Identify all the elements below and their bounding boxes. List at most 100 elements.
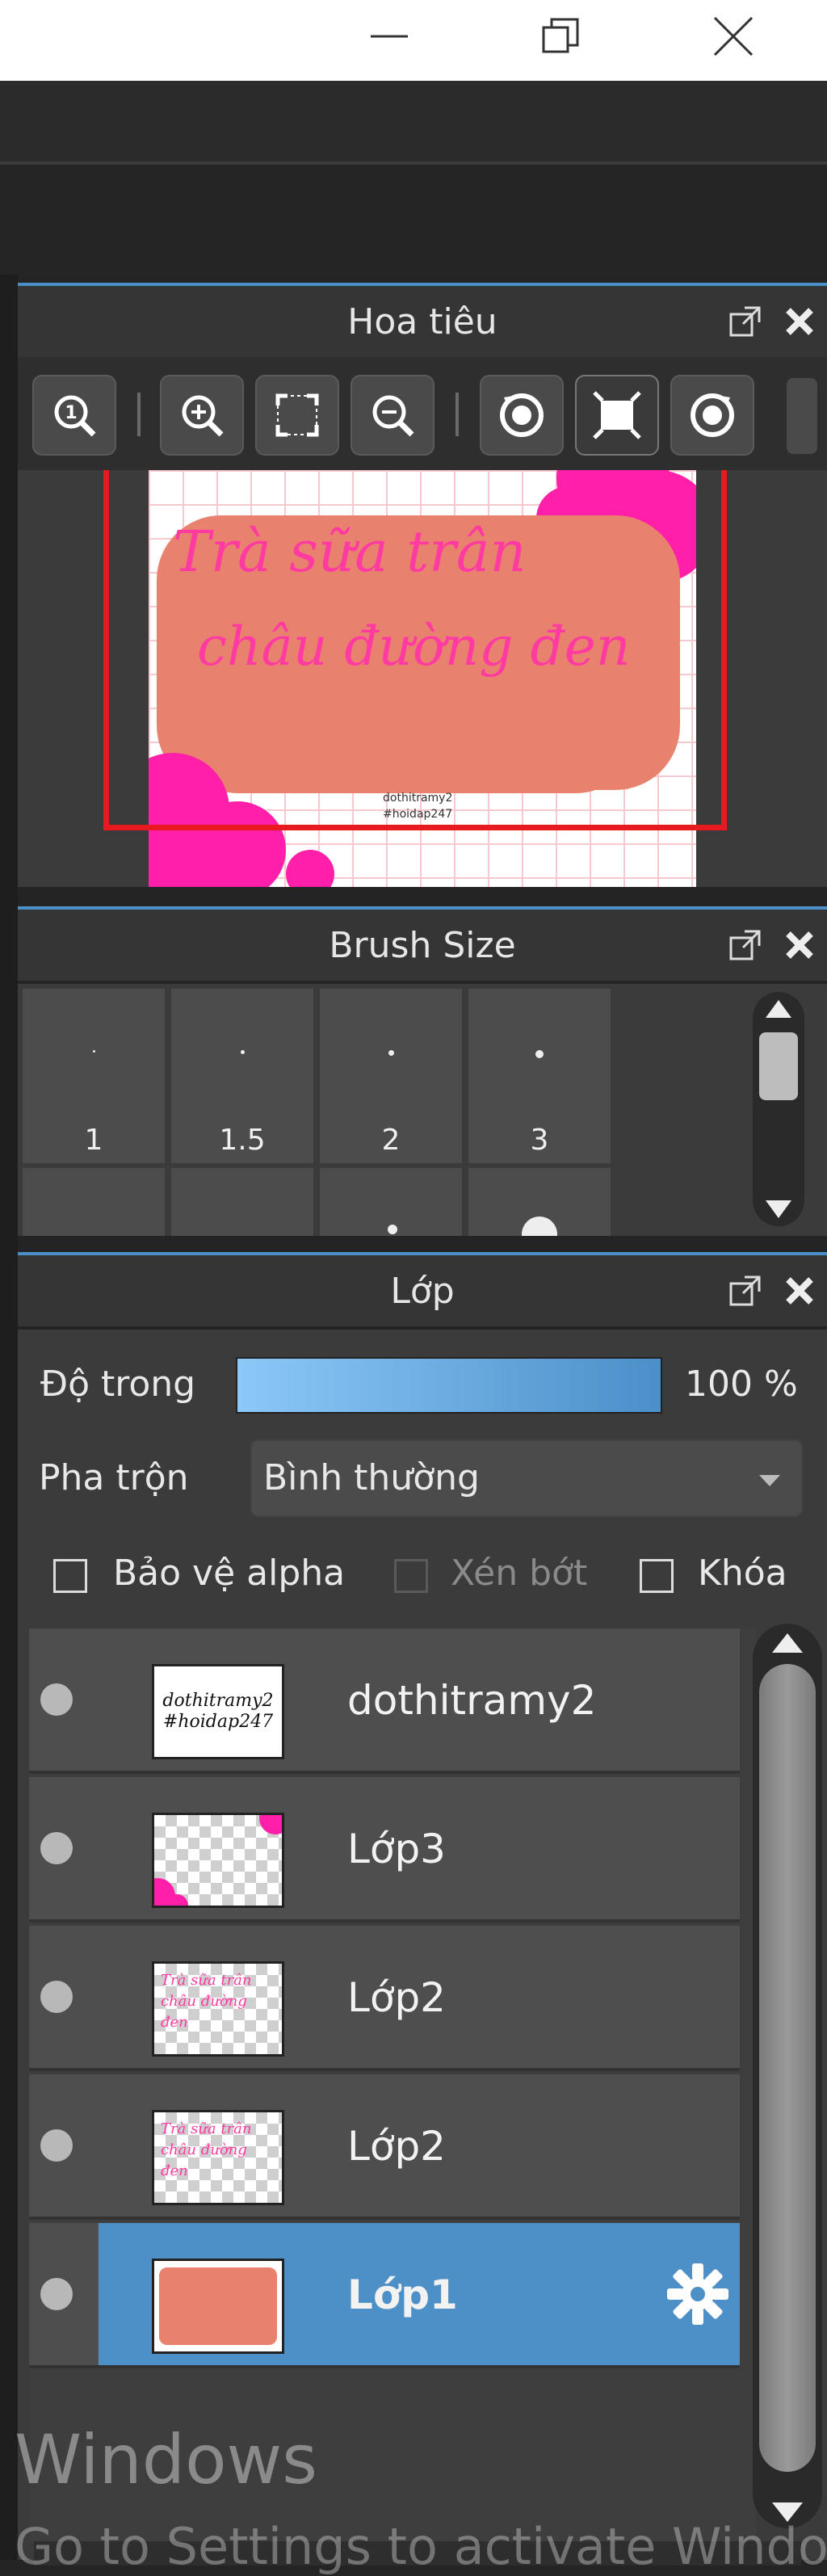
navigator-panel-header: Hoa tiêu — [18, 283, 827, 357]
thumb-text-2: châu đường đen — [161, 1993, 247, 2031]
layer-name: Lớp3 — [347, 1826, 446, 1872]
brush-size-grid: 1 1.5 2 3 — [18, 984, 827, 1236]
popout-icon[interactable] — [728, 1274, 762, 1308]
restore-icon — [542, 18, 579, 53]
zoom-actual-button[interactable]: 1 — [32, 375, 116, 456]
layers-panel-header: Lớp — [18, 1252, 827, 1326]
brush-dot — [388, 1050, 394, 1056]
protect-alpha-label: Bảo vệ alpha — [113, 1553, 346, 1594]
layer-thumbnail: Trà sữa trân châu đường đen — [152, 2110, 284, 2205]
toolbar-scroll-handle[interactable] — [787, 378, 817, 454]
layer-thumbnail: dothitramy2 #hoidap247 — [152, 1664, 284, 1759]
layers-title: Lớp — [390, 1270, 455, 1312]
brush-size-cell[interactable] — [171, 1168, 313, 1236]
brush-size-label: 3 — [530, 1124, 549, 1157]
navigator-preview[interactable]: Trà sữa trân châu đường đen dothitramy2 … — [18, 470, 827, 887]
brush-size-cell[interactable]: 1 — [23, 989, 165, 1163]
lock-checkbox[interactable] — [640, 1559, 674, 1593]
panel-close-icon[interactable] — [783, 1275, 816, 1307]
thumb-text-2: châu đường đen — [161, 2141, 247, 2179]
scroll-up-icon[interactable] — [762, 997, 795, 1021]
brush-size-cell[interactable]: 1.5 — [171, 989, 313, 1163]
fit-view-button[interactable] — [255, 375, 339, 456]
brush-size-cell[interactable] — [468, 1168, 611, 1236]
visibility-toggle[interactable] — [40, 2129, 73, 2162]
thumb-text-2: #hoidap247 — [162, 1712, 274, 1732]
thumb-art — [154, 1815, 282, 1906]
reset-rotation-button[interactable] — [575, 375, 659, 456]
close-window-button[interactable] — [693, 0, 774, 73]
zoom-in-button[interactable] — [160, 375, 244, 456]
thumb-text-1: Trà sữa trân — [161, 2120, 252, 2137]
zoom-out-button[interactable] — [351, 375, 434, 456]
opacity-slider-fill — [237, 1359, 661, 1412]
brush-size-title: Brush Size — [329, 924, 516, 966]
brush-dot — [92, 1050, 95, 1053]
layers-panel-body: Độ trong 100 % Pha trộn Bình thường Bảo … — [18, 1330, 827, 2565]
svg-text:1: 1 — [65, 403, 77, 423]
scroll-down-icon[interactable] — [762, 1197, 795, 1221]
popout-icon[interactable] — [728, 305, 762, 338]
brush-scroll-thumb[interactable] — [759, 1032, 798, 1100]
scroll-up-icon[interactable] — [769, 1630, 806, 1656]
layer-row-selected[interactable]: Lớp1 — [29, 2223, 740, 2368]
visibility-toggle[interactable] — [40, 1832, 73, 1864]
layer-row[interactable]: dothitramy2 #hoidap247 dothitramy2 — [29, 1628, 740, 1774]
layer-row[interactable]: Trà sữa trân châu đường đen Lớp2 — [29, 1926, 740, 2071]
lock-label: Khóa — [698, 1553, 787, 1594]
layer-row[interactable]: Lớp3 — [29, 1777, 740, 1923]
popout-icon[interactable] — [728, 928, 762, 962]
brush-dot — [240, 1050, 245, 1054]
brush-size-cell[interactable] — [23, 1168, 165, 1236]
opacity-label: Độ trong — [40, 1364, 196, 1405]
layer-name: Lớp2 — [347, 2123, 446, 2170]
brush-size-cell[interactable]: 3 — [468, 989, 611, 1163]
zoom-in-icon — [182, 395, 224, 437]
protect-alpha-checkbox[interactable] — [53, 1559, 87, 1593]
layer-thumbnail — [152, 1813, 284, 1908]
zoom-out-icon — [372, 395, 414, 437]
close-icon — [713, 16, 754, 57]
brush-size-cell[interactable] — [320, 1168, 462, 1236]
layer-row[interactable]: Trà sữa trân châu đường đen Lớp2 — [29, 2074, 740, 2220]
visibility-toggle[interactable] — [40, 1981, 73, 2013]
layer-scrollbar[interactable] — [753, 1624, 822, 2528]
navigator-toolbar: 1 — [18, 357, 827, 470]
visibility-toggle[interactable] — [40, 2278, 73, 2310]
minimize-button[interactable] — [349, 0, 430, 73]
menu-strip — [0, 81, 827, 163]
gear-icon[interactable] — [664, 2260, 732, 2328]
fit-icon — [275, 393, 319, 437]
zoom-one-icon: 1 — [54, 395, 96, 437]
restore-button[interactable] — [520, 0, 601, 73]
panel-close-icon[interactable] — [783, 305, 816, 338]
activation-watermark-subtitle: Go to Settings to activate Windows — [15, 2517, 827, 2576]
brush-size-label: 1.5 — [219, 1124, 266, 1157]
blend-mode-select[interactable]: Bình thường — [250, 1439, 803, 1517]
blend-mode-value: Bình thường — [263, 1457, 480, 1498]
layer-name: dothitramy2 — [347, 1677, 597, 1724]
brush-dot — [388, 1225, 397, 1234]
opacity-slider[interactable] — [236, 1357, 662, 1414]
brush-scrollbar[interactable] — [753, 992, 804, 1226]
window-title-bar — [0, 0, 827, 81]
rotate-left-icon — [500, 393, 544, 437]
thumb-text-1: Trà sữa trân — [161, 1972, 252, 1989]
minimize-icon — [371, 35, 408, 38]
layer-thumbnail: Trà sữa trân châu đường đen — [152, 1961, 284, 2057]
rotate-right-icon — [691, 393, 734, 437]
clipping-label: Xén bớt — [451, 1553, 588, 1594]
visibility-toggle[interactable] — [40, 1683, 73, 1716]
brush-size-label: 2 — [381, 1124, 401, 1157]
rotate-right-button[interactable] — [670, 375, 754, 456]
clipping-checkbox — [394, 1559, 428, 1593]
layer-name: Lớp1 — [347, 2271, 458, 2318]
rotate-left-button[interactable] — [480, 375, 564, 456]
layer-thumbnail — [152, 2259, 284, 2354]
reset-view-icon — [593, 391, 641, 439]
viewport-rectangle[interactable] — [103, 470, 727, 830]
navigator-title: Hoa tiêu — [347, 300, 497, 342]
layer-scroll-thumb[interactable] — [759, 1664, 816, 2472]
brush-size-cell[interactable]: 2 — [320, 989, 462, 1163]
panel-close-icon[interactable] — [783, 929, 816, 961]
